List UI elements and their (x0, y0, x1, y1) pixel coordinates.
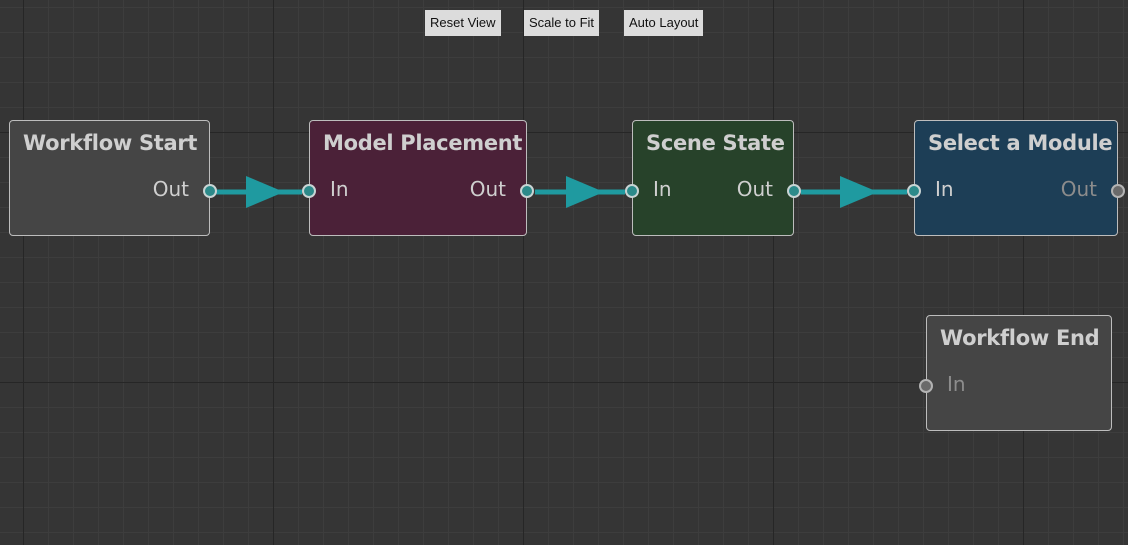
input-port[interactable] (302, 184, 316, 198)
input-port[interactable] (907, 184, 921, 198)
output-port[interactable] (1111, 184, 1125, 198)
input-port[interactable] (625, 184, 639, 198)
node-select-a-module[interactable]: Select a Module In Out (907, 120, 1125, 236)
input-port[interactable] (919, 379, 933, 393)
node-title: Select a Module (928, 131, 1113, 155)
connection-arrow-icon (840, 176, 878, 208)
connection-arrow-icon (566, 176, 604, 208)
node-title: Workflow End (940, 326, 1100, 350)
port-label-in: In (653, 177, 672, 201)
reset-view-button[interactable]: Reset View (425, 10, 501, 36)
auto-layout-button[interactable]: Auto Layout (624, 10, 704, 36)
scale-to-fit-button[interactable]: Scale to Fit (524, 10, 600, 36)
output-port[interactable] (520, 184, 534, 198)
connection-start-to-placement (215, 176, 302, 208)
port-label-out: Out (1060, 177, 1097, 201)
node-workflow-end[interactable]: Workflow End In (919, 315, 1112, 431)
connections-layer (215, 176, 907, 208)
port-label-out: Out (736, 177, 773, 201)
node-model-placement[interactable]: Model Placement In Out (302, 120, 534, 236)
connection-scene-to-module (801, 176, 907, 208)
node-title: Model Placement (323, 131, 523, 155)
connection-placement-to-scene (535, 176, 625, 208)
port-label-out: Out (152, 177, 189, 201)
port-label-in: In (330, 177, 349, 201)
port-label-in: In (935, 177, 954, 201)
port-label-out: Out (469, 177, 506, 201)
node-scene-state[interactable]: Scene State In Out (625, 120, 801, 236)
node-workflow-start[interactable]: Workflow Start Out (9, 120, 217, 236)
port-label-in: In (947, 372, 966, 396)
output-port[interactable] (787, 184, 801, 198)
output-port[interactable] (203, 184, 217, 198)
connection-arrow-icon (246, 176, 284, 208)
node-title: Workflow Start (23, 131, 198, 155)
node-title: Scene State (646, 131, 785, 155)
